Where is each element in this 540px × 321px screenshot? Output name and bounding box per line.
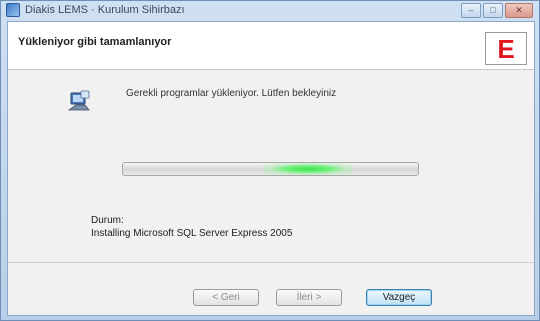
window-controls: – □ ✕ [461,3,533,18]
maximize-button[interactable]: □ [483,3,503,18]
company-logo: E [485,32,527,65]
wizard-body: Yükleniyor gibi tamamlanıyor E Gerekli p… [7,21,535,316]
back-button[interactable]: < Geri [193,289,259,306]
setup-computer-icon [68,90,90,111]
next-button[interactable]: İleri > [276,289,342,306]
page-title: Yükleniyor gibi tamamlanıyor [18,36,172,48]
wizard-header: Yükleniyor gibi tamamlanıyor E [8,22,534,70]
wizard-footer: < Geri İleri > Vazgeç [8,262,534,316]
status-message: Gerekli programlar yükleniyor. Lütfen be… [126,88,337,99]
progress-bar [122,162,419,176]
minimize-button[interactable]: – [461,3,481,18]
close-button[interactable]: ✕ [505,3,533,18]
installer-window-icon [6,3,20,17]
logo-letter: E [497,33,515,64]
step-value: Installing Microsoft SQL Server Express … [91,228,293,239]
progress-marquee [263,163,353,175]
cancel-button[interactable]: Vazgeç [366,289,432,306]
title-bar[interactable]: Diakis LEMS · Kurulum Sihirbazı – □ ✕ [1,1,539,19]
installer-window: Diakis LEMS · Kurulum Sihirbazı – □ ✕ Yü… [0,0,540,321]
window-title: Diakis LEMS · Kurulum Sihirbazı [25,4,185,16]
step-label: Durum: [91,215,124,226]
